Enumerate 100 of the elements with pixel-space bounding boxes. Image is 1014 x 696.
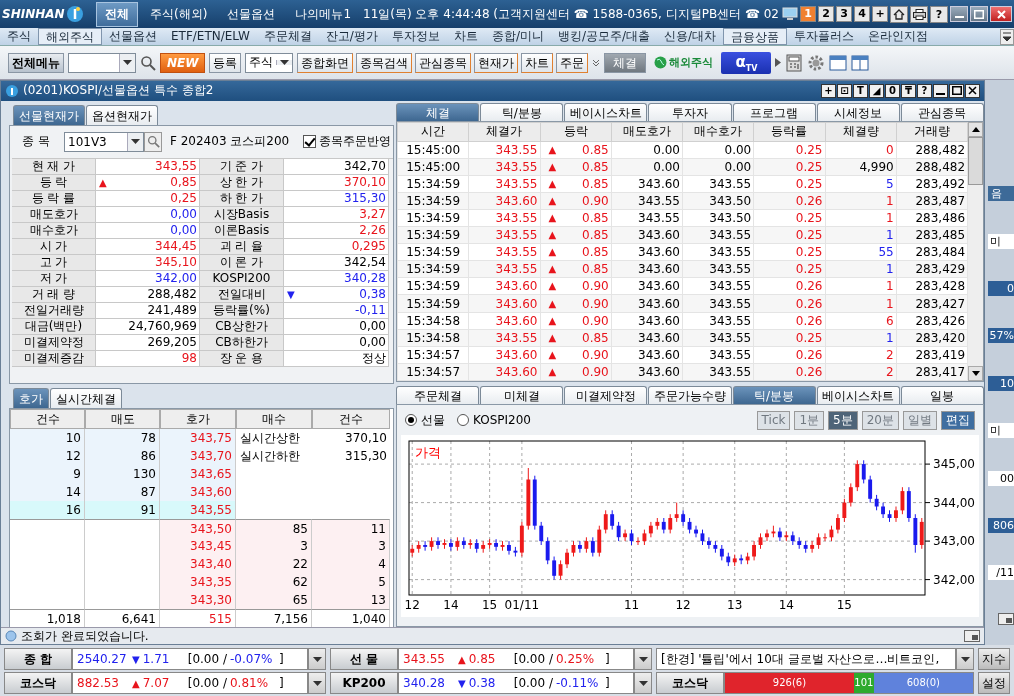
tab[interactable]: 틱/분봉: [732, 386, 816, 404]
menu-item[interactable]: 뱅킹/공모주/대출: [550, 28, 657, 45]
register-button[interactable]: 등록: [209, 52, 242, 73]
dropdown-button[interactable]: [308, 672, 326, 694]
arrow-text: ▼: [286, 287, 295, 302]
menu-item[interactable]: 해외주식: [38, 28, 102, 45]
tab[interactable]: 선물현재가: [13, 104, 85, 125]
candlestick: [545, 536, 550, 565]
table-cell: 0.90: [582, 279, 609, 294]
scroll-thumb[interactable]: [968, 136, 983, 185]
period-button[interactable]: 5분: [828, 410, 858, 430]
tool-button[interactable]: ?: [917, 83, 932, 98]
home-button[interactable]: [890, 5, 908, 23]
menu-item[interactable]: 주문체결: [256, 28, 319, 45]
menu-item[interactable]: 종합/미니: [484, 28, 551, 45]
tab[interactable]: 호가: [13, 388, 49, 408]
minimize-button[interactable]: [933, 83, 948, 98]
tool-button[interactable]: ⊡: [837, 83, 852, 98]
text-fragment: 0: [988, 280, 1014, 296]
settings-button[interactable]: 설정: [978, 672, 1010, 694]
menu-item[interactable]: 온라인지점: [861, 28, 936, 45]
menu-item[interactable]: 차트: [446, 28, 485, 45]
overseas-link[interactable]: 해외주식: [650, 55, 718, 70]
market-dropdown[interactable]: 주식: [245, 52, 294, 73]
dropdown-button[interactable]: [634, 648, 652, 670]
table-cell: 15:34:59: [397, 243, 469, 261]
tab[interactable]: 미체결: [480, 386, 564, 404]
settings-button[interactable]: 지수: [978, 648, 1010, 670]
tool-button[interactable]: +: [821, 83, 836, 98]
maximize-button[interactable]: [949, 83, 964, 98]
menu-item[interactable]: 주식: [0, 28, 38, 45]
close-button[interactable]: [965, 83, 980, 98]
table-cell: 2: [825, 346, 897, 364]
screen-button[interactable]: 4: [854, 6, 870, 22]
tab[interactable]: 체결: [396, 102, 480, 121]
tab[interactable]: 투자자: [648, 102, 732, 121]
menu-item[interactable]: 금융상품: [723, 28, 788, 45]
print-button[interactable]: [910, 5, 928, 23]
more-button[interactable]: [1000, 28, 1014, 45]
menu-button[interactable]: 전체메뉴: [8, 52, 64, 73]
shortcut-button[interactable]: 종합화면: [297, 52, 354, 73]
shortcut-button[interactable]: 차트: [521, 52, 554, 73]
menu-item[interactable]: 신용/대차: [657, 28, 724, 45]
radio-button[interactable]: 선물: [405, 411, 445, 429]
checkbox[interactable]: 종목주문반영: [303, 133, 393, 151]
scrollbar[interactable]: [968, 121, 983, 381]
tab[interactable]: 틱/분봉: [480, 102, 564, 121]
tab[interactable]: 옵션현재가: [86, 104, 158, 125]
tool-button[interactable]: ◢: [869, 83, 884, 98]
shortcut-button[interactable]: 현재가: [474, 52, 519, 73]
tab[interactable]: 시세정보: [816, 102, 900, 121]
help-button[interactable]: ?: [930, 5, 948, 23]
candlestick: [565, 548, 569, 569]
screen-button[interactable]: +: [872, 6, 888, 22]
screen-button[interactable]: 2: [818, 6, 834, 22]
menu-item[interactable]: ETF/ETN/ELW: [164, 28, 257, 45]
caret-icon: [1003, 31, 1011, 42]
tab[interactable]: 관심종목: [900, 102, 984, 121]
symbol-field[interactable]: 101V3: [65, 132, 127, 151]
shortcut-button[interactable]: 종목검색: [356, 52, 413, 73]
tab[interactable]: 전체: [96, 1, 138, 27]
dropdown-button[interactable]: [308, 648, 326, 670]
period-button[interactable]: 편집: [941, 410, 975, 430]
index-change: 0.85: [468, 652, 497, 666]
tool-button[interactable]: ₸: [901, 83, 916, 98]
menu-item[interactable]: 투자정보: [384, 28, 447, 45]
shortcut-button[interactable]: 주문: [556, 52, 589, 73]
menu-item[interactable]: 선물옵션: [102, 28, 164, 45]
tool-button[interactable]: T: [853, 83, 868, 98]
tv-button[interactable]: α$_{TV}$: [721, 51, 772, 74]
tab[interactable]: 베이시스차트: [816, 386, 900, 404]
tab[interactable]: 나의메뉴1: [287, 2, 359, 26]
tab[interactable]: 주문가능수량: [648, 386, 732, 404]
scroll-down-button[interactable]: [968, 365, 983, 381]
search-button[interactable]: [144, 131, 162, 152]
menu-item[interactable]: 투자플러스: [787, 28, 862, 45]
combo-box[interactable]: 101V3: [64, 131, 144, 152]
tab[interactable]: 일봉: [900, 386, 984, 404]
shortcut-button[interactable]: 관심종목: [415, 52, 472, 73]
dropdown-button[interactable]: [634, 672, 652, 694]
scroll-up-button[interactable]: [968, 121, 983, 137]
tab[interactable]: 주식(해외): [142, 2, 216, 26]
tab[interactable]: 실시간체결: [50, 388, 122, 408]
tab[interactable]: 선물옵션: [219, 2, 284, 26]
bracket-text: ]: [278, 676, 284, 690]
arrow-text: ▲: [548, 364, 557, 379]
tab[interactable]: 미결제약정: [564, 386, 648, 404]
tab[interactable]: 주문체결: [396, 386, 480, 404]
dropdown-button[interactable]: [119, 53, 135, 72]
tab[interactable]: 프로그램: [732, 102, 816, 121]
tab[interactable]: 베이시스차트: [564, 102, 648, 121]
screen-button[interactable]: 3: [836, 6, 852, 22]
menu-item[interactable]: 잔고/평가: [318, 28, 385, 45]
column-header: 거래량: [896, 122, 968, 142]
dropdown-button[interactable]: [127, 132, 143, 151]
news-headline[interactable]: [한경] '튤립'에서 10대 글로벌 자산으로…비트코인,: [656, 648, 956, 670]
axis-label: 342,00: [933, 572, 975, 587]
radio-button[interactable]: KOSPI200: [457, 413, 531, 427]
tool-button[interactable]: 0: [885, 83, 900, 98]
dropdown-button[interactable]: [956, 648, 974, 670]
